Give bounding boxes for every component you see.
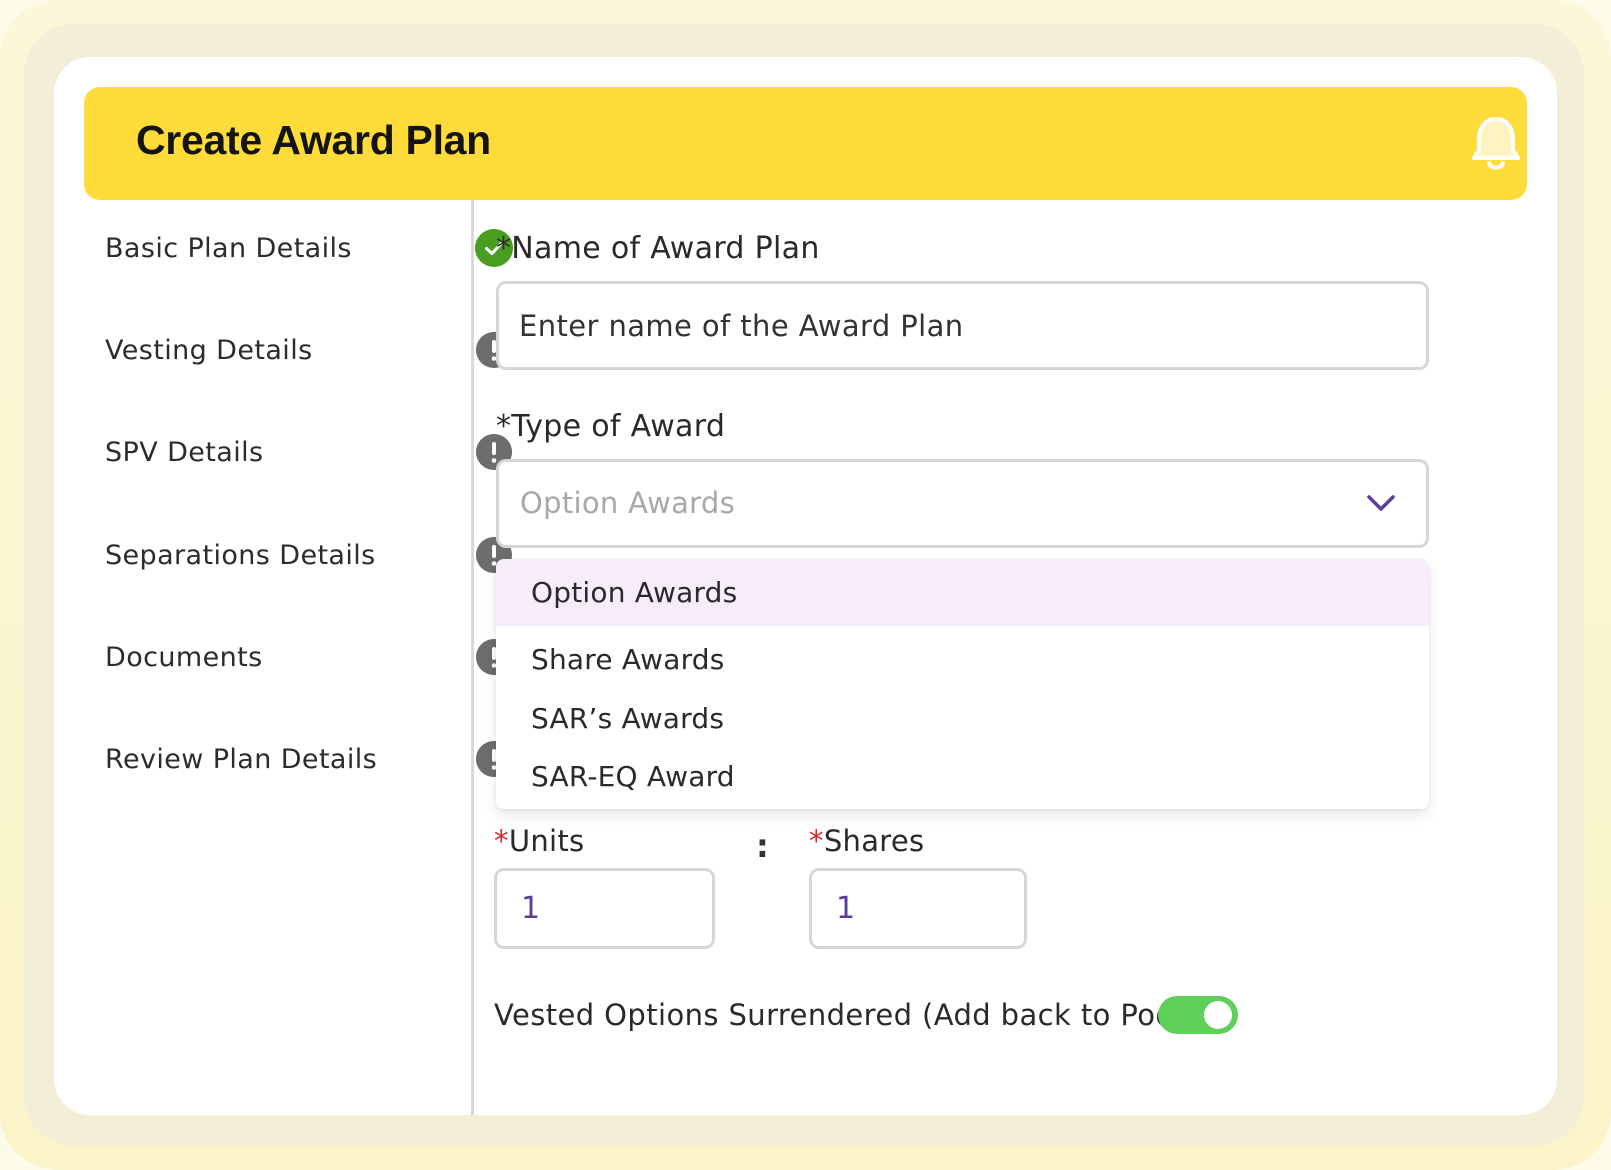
option-label: Option Awards xyxy=(531,576,738,609)
award-type-label: *Type of Award xyxy=(496,409,726,444)
units-input[interactable] xyxy=(494,868,715,949)
shares-label: *Shares xyxy=(809,824,924,858)
option-label: Share Awards xyxy=(531,643,725,676)
ratio-separator: : xyxy=(756,827,769,865)
step-label: Review Plan Details xyxy=(105,744,378,775)
chevron-down-icon xyxy=(1367,495,1395,511)
step-label: Separations Details xyxy=(105,540,376,571)
step-vesting-details[interactable]: Vesting Details xyxy=(105,331,512,371)
award-type-selected-value: Option Awards xyxy=(520,486,735,520)
bell-icon[interactable] xyxy=(1471,115,1521,173)
sidebar-divider xyxy=(471,200,474,1115)
page-header: Create Award Plan xyxy=(84,87,1527,200)
step-basic-plan-details[interactable]: Basic Plan Details xyxy=(105,229,513,269)
shares-label-text: Shares xyxy=(823,824,925,858)
award-type-select[interactable]: Option Awards xyxy=(496,459,1429,548)
units-label-text: Units xyxy=(508,824,585,858)
award-type-dropdown: Option Awards Share Awards SAR’s Awards … xyxy=(496,559,1429,809)
option-sar-eq-award[interactable]: SAR-EQ Award xyxy=(496,746,1429,806)
step-label: SPV Details xyxy=(105,437,264,468)
step-review-plan-details[interactable]: Review Plan Details xyxy=(105,740,512,780)
option-share-awards[interactable]: Share Awards xyxy=(496,629,1429,689)
step-label: Documents xyxy=(105,642,263,673)
step-documents[interactable]: Documents xyxy=(105,638,512,678)
vested-surrendered-toggle[interactable] xyxy=(1158,996,1238,1034)
plan-name-label: *Name of Award Plan xyxy=(496,231,820,266)
option-label: SAR’s Awards xyxy=(531,702,725,735)
toggle-knob xyxy=(1204,1001,1232,1029)
vested-surrendered-label: Vested Options Surrendered (Add back to … xyxy=(494,998,1194,1032)
option-sars-awards[interactable]: SAR’s Awards xyxy=(496,688,1429,748)
option-option-awards[interactable]: Option Awards xyxy=(496,559,1429,626)
required-mark: * xyxy=(494,824,509,858)
step-label: Vesting Details xyxy=(105,335,313,366)
required-mark: * xyxy=(809,824,824,858)
page-title: Create Award Plan xyxy=(136,117,491,163)
units-label: *Units xyxy=(494,824,584,858)
step-label: Basic Plan Details xyxy=(105,233,352,264)
shares-input[interactable] xyxy=(809,868,1027,949)
create-award-plan-card: Create Award Plan Basic Plan Details Ves… xyxy=(54,57,1557,1115)
option-label: SAR-EQ Award xyxy=(531,760,735,793)
step-spv-details[interactable]: SPV Details xyxy=(105,433,512,473)
step-separations-details[interactable]: Separations Details xyxy=(105,536,512,576)
plan-name-input[interactable] xyxy=(496,281,1429,370)
